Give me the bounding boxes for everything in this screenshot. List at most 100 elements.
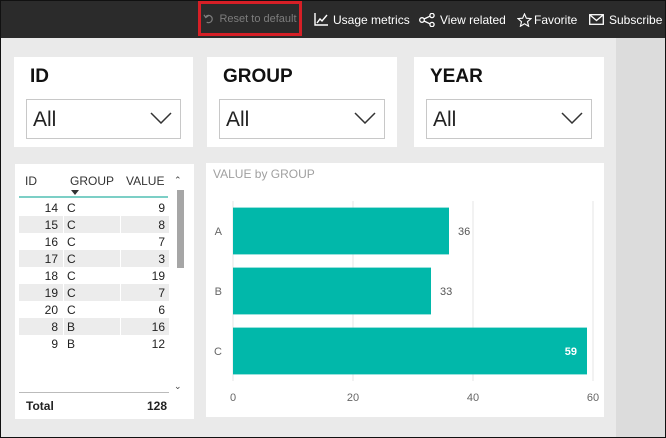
line-chart-icon	[314, 13, 328, 26]
cell-group: C	[67, 218, 76, 232]
cell-id: 17	[44, 252, 58, 266]
table-row[interactable]: 20 C 6	[19, 301, 169, 318]
table-row[interactable]: 19 C 7	[19, 284, 169, 301]
table-row[interactable]: 14 C 9	[19, 199, 169, 216]
cell-value: 12	[151, 337, 165, 351]
cell-group: B	[67, 320, 76, 334]
column-separator	[63, 318, 64, 335]
cell-id: 8	[51, 320, 58, 334]
page-side-panel	[616, 38, 665, 437]
data-label: 59	[565, 346, 577, 358]
dropdown-value: All	[33, 108, 57, 131]
id-slicer: ID All	[14, 57, 193, 147]
cell-value: 3	[158, 252, 165, 266]
table-row[interactable]: 8 B 16	[19, 318, 169, 335]
column-separator	[63, 250, 64, 267]
table-scrollbar[interactable]: ⌃ ⌄	[173, 172, 187, 396]
cell-value: 19	[151, 269, 165, 283]
cell-value: 9	[158, 201, 165, 215]
cell-id: 9	[51, 337, 58, 351]
x-tick-label: 60	[587, 392, 599, 404]
column-separator	[120, 233, 121, 250]
slicer-title: GROUP	[223, 66, 293, 87]
column-header-group[interactable]: GROUP	[70, 174, 114, 188]
scroll-down-icon[interactable]: ⌄	[174, 381, 182, 392]
cell-group: C	[67, 252, 76, 266]
cell-value: 16	[151, 320, 165, 334]
x-tick-label: 0	[230, 392, 236, 404]
cell-group: C	[67, 286, 76, 300]
table-row[interactable]: 15 C 8	[19, 216, 169, 233]
cell-group: C	[67, 201, 76, 215]
table-row[interactable]: 16 C 7	[19, 233, 169, 250]
chevron-down-icon	[561, 112, 583, 124]
dropdown-value: All	[226, 108, 250, 131]
x-tick-label: 20	[347, 392, 359, 404]
cell-group: B	[67, 337, 76, 351]
y-category-label: A	[215, 226, 223, 238]
mail-icon	[589, 14, 604, 25]
column-separator	[120, 250, 121, 267]
data-label: 33	[440, 286, 452, 298]
reset-to-default-button[interactable]: Reset to default	[198, 1, 302, 36]
table-row[interactable]: 9 B 12	[19, 335, 169, 352]
scrollbar-thumb[interactable]	[177, 190, 184, 268]
usage-metrics-label: Usage metrics	[333, 12, 410, 27]
chevron-down-icon	[150, 112, 172, 124]
report-canvas: Reset to default Usage metrics View rela…	[0, 0, 666, 438]
cell-id: 19	[44, 286, 58, 300]
id-dropdown[interactable]: All	[26, 99, 181, 139]
cell-group: C	[67, 269, 76, 283]
cell-group: C	[67, 303, 76, 317]
y-category-label: C	[214, 346, 222, 358]
year-slicer: YEAR All	[414, 57, 604, 147]
column-separator	[63, 301, 64, 318]
slicer-title: YEAR	[430, 66, 483, 87]
scroll-up-icon[interactable]: ⌃	[174, 175, 182, 186]
value-by-group-chart: VALUE by GROUP 0 20 40 60 A 36 B 33 C 59	[206, 163, 604, 417]
x-tick-label: 40	[467, 392, 479, 404]
cell-id: 18	[44, 269, 58, 283]
column-separator	[63, 199, 64, 216]
share-nodes-icon	[419, 12, 435, 27]
data-label: 36	[458, 226, 470, 238]
bar-chart-plot: 0 20 40 60 A 36 B 33 C 59	[214, 201, 599, 404]
usage-metrics-button[interactable]: Usage metrics	[314, 1, 410, 38]
cell-value: 8	[158, 218, 165, 232]
y-category-label: B	[215, 286, 222, 298]
view-related-button[interactable]: View related	[419, 1, 506, 38]
data-table: ID GROUP VALUE 14 C 9 15 C 8 16 C 7 17 C 3 18 C 19 19 C 7…	[15, 164, 194, 419]
cell-id: 15	[44, 218, 58, 232]
column-header-value[interactable]: VALUE	[126, 174, 164, 188]
cell-id: 16	[44, 235, 58, 249]
favorite-button[interactable]: Favorite	[517, 1, 577, 38]
favorite-label: Favorite	[534, 12, 578, 27]
cell-value: 7	[158, 235, 165, 249]
table-row[interactable]: 17 C 3	[19, 250, 169, 267]
subscribe-label: Subscribe	[609, 12, 663, 27]
column-separator	[63, 335, 64, 352]
group-dropdown[interactable]: All	[219, 99, 385, 139]
header-divider	[19, 196, 168, 198]
undo-icon	[203, 14, 214, 24]
year-dropdown[interactable]: All	[426, 99, 592, 139]
cell-id: 14	[44, 201, 58, 215]
column-separator	[120, 301, 121, 318]
table-row[interactable]: 18 C 19	[19, 267, 169, 284]
subscribe-button[interactable]: Subscribe	[589, 1, 662, 38]
group-slicer: GROUP All	[207, 57, 397, 147]
bar-c[interactable]	[233, 327, 587, 375]
bar-a[interactable]	[233, 207, 449, 255]
column-separator	[63, 233, 64, 250]
chevron-down-icon	[354, 112, 376, 124]
reset-label: Reset to default	[219, 12, 297, 25]
column-separator	[120, 318, 121, 335]
sort-descending-icon	[71, 190, 79, 195]
total-value: 128	[146, 399, 167, 413]
column-header-id[interactable]: ID	[25, 174, 37, 188]
cell-value: 6	[158, 303, 165, 317]
bar-b[interactable]	[233, 267, 431, 315]
column-separator	[120, 267, 121, 284]
slicer-title: ID	[30, 66, 49, 87]
dropdown-value: All	[433, 108, 457, 131]
